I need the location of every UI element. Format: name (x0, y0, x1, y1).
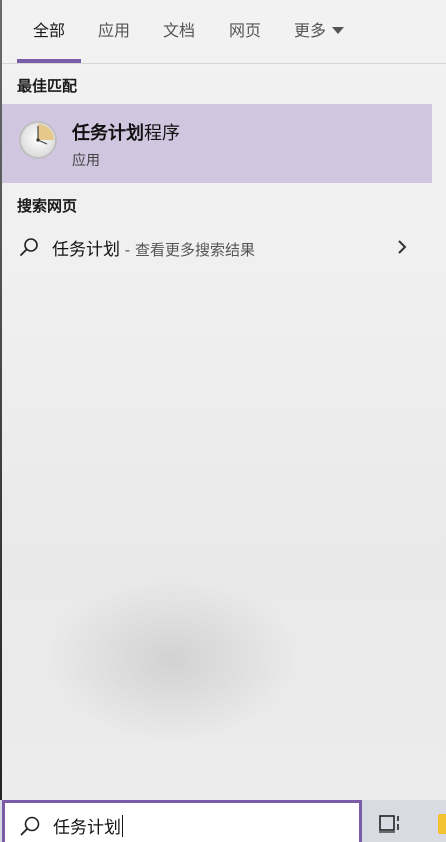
best-match-heading: 最佳匹配 (17, 77, 78, 95)
search-icon (20, 238, 38, 256)
app-type-label: 应用 (72, 153, 100, 169)
search-input-value: 任务计划 (53, 818, 121, 838)
tab-all[interactable]: 全部 (33, 20, 65, 42)
file-explorer-icon[interactable] (438, 814, 446, 834)
tab-documents[interactable]: 文档 (163, 20, 195, 42)
chevron-right-icon (398, 240, 407, 254)
tab-more-label: 更多 (294, 21, 327, 40)
caret-down-icon (332, 27, 345, 34)
app-title-match: 任务计划 (72, 123, 144, 144)
tab-more[interactable]: 更多 (294, 20, 345, 42)
task-scheduler-clock-icon (19, 121, 57, 159)
web-search-query: 任务计划 - 查看更多搜索结果 (52, 235, 255, 260)
tab-web[interactable]: 网页 (229, 20, 261, 42)
text-cursor (122, 815, 123, 837)
taskbar-search-box[interactable]: 任务计划 (2, 800, 362, 842)
active-tab-indicator (17, 59, 81, 63)
filter-tabs: 全部 应用 文档 网页 更多 (2, 0, 446, 64)
task-view-icon[interactable] (378, 813, 404, 833)
web-search-result[interactable]: 任务计划 - 查看更多搜索结果 (2, 228, 446, 266)
web-query-text: 任务计划 (52, 240, 120, 260)
search-input[interactable]: 任务计划 (53, 813, 123, 838)
search-icon (20, 816, 40, 836)
best-match-result[interactable]: 任务计划程序 应用 (2, 104, 432, 183)
app-title: 任务计划程序 (72, 119, 180, 145)
search-results-panel: 全部 应用 文档 网页 更多 最佳匹配 任务计划程序 应用 搜索网页 任务计划 … (2, 0, 446, 800)
web-search-heading: 搜索网页 (17, 197, 78, 215)
tab-apps[interactable]: 应用 (98, 20, 130, 42)
app-title-rest: 程序 (144, 123, 180, 144)
web-search-hint: - 查看更多搜索结果 (120, 241, 255, 259)
